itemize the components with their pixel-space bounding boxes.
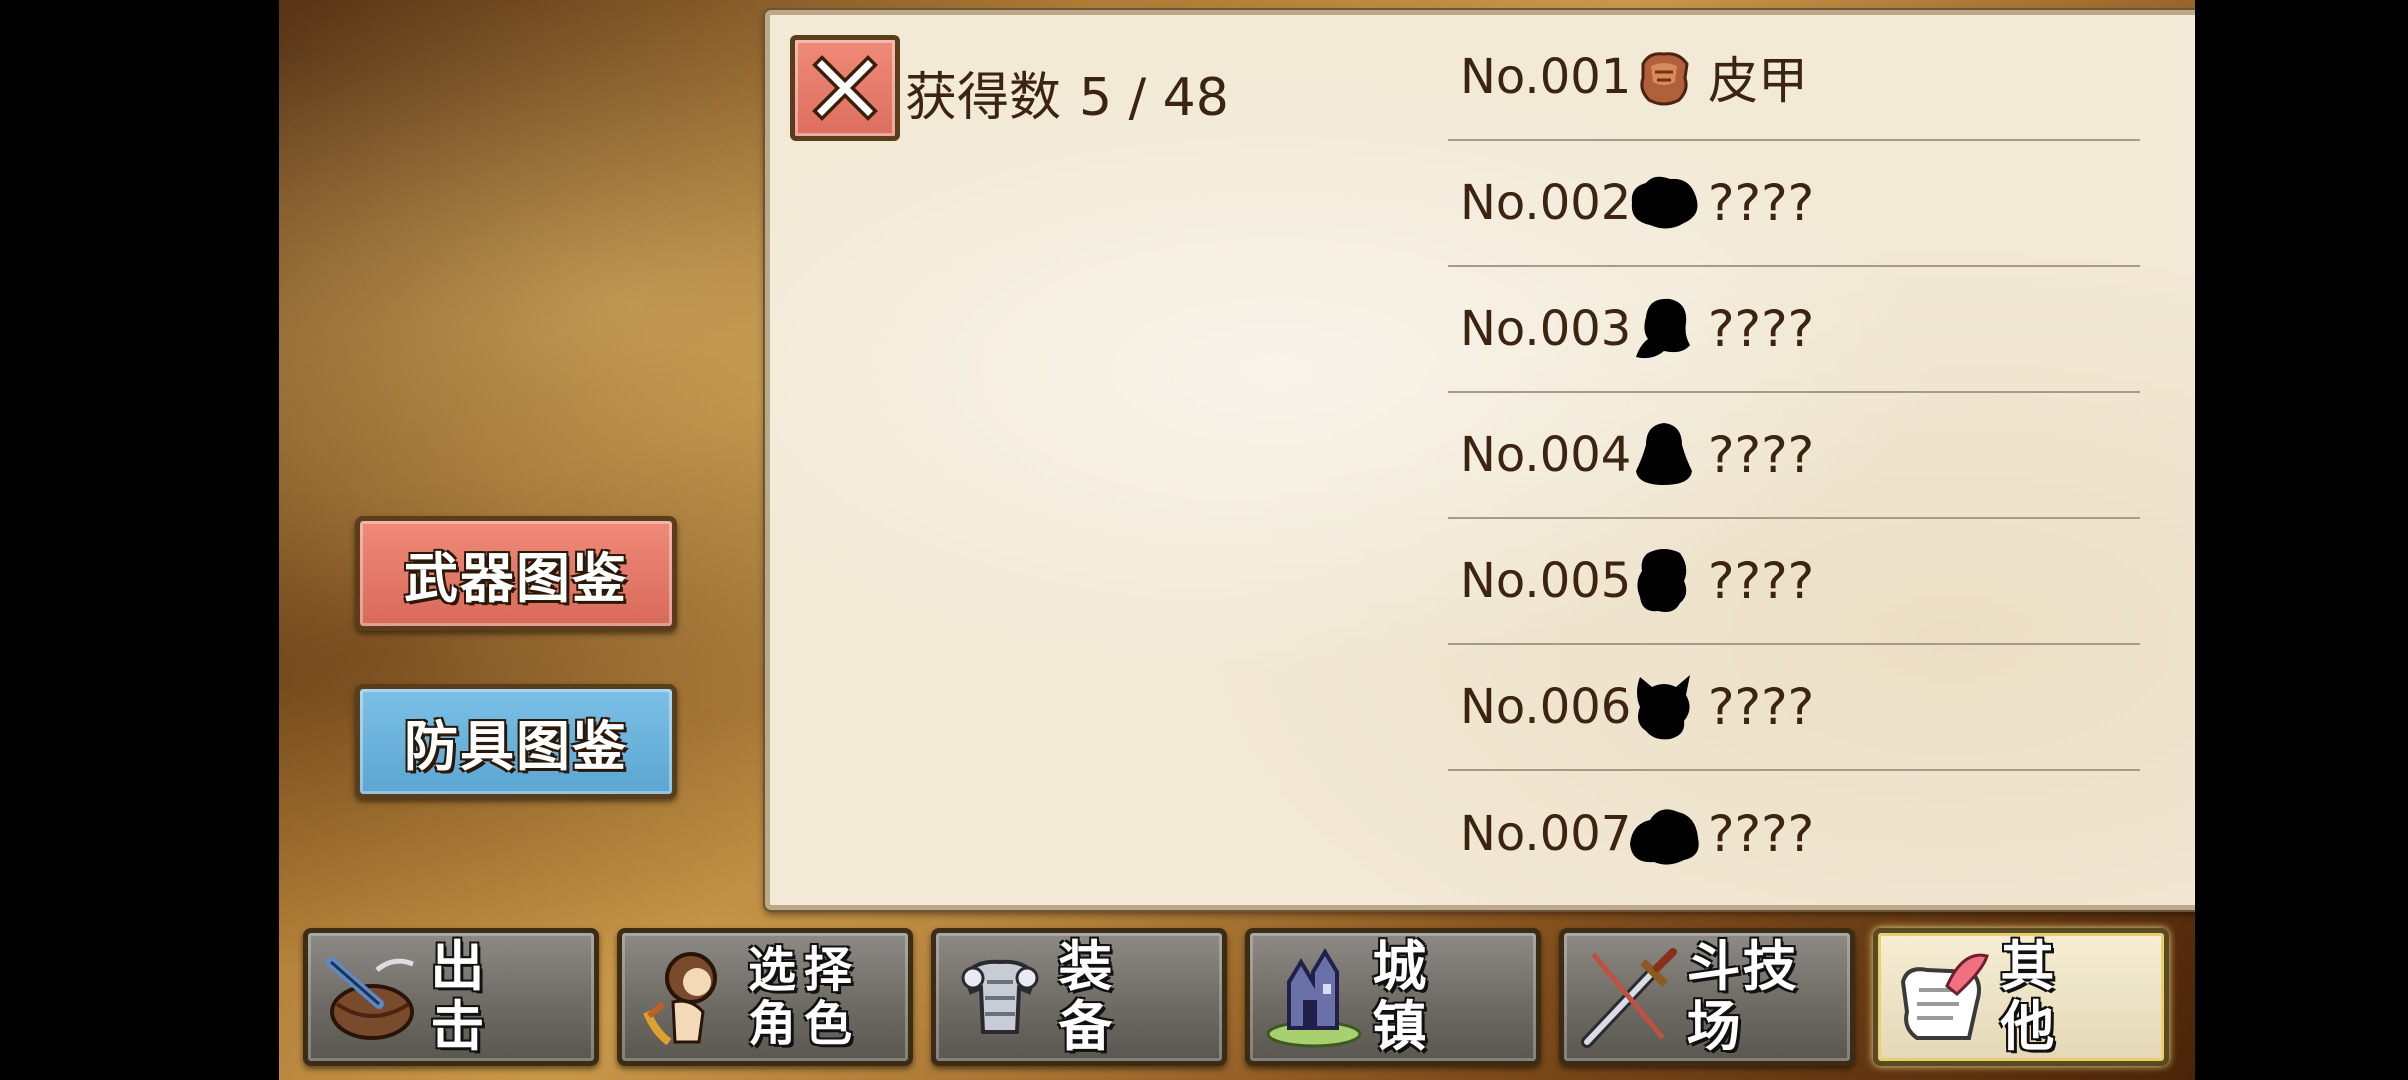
item-name: ???? bbox=[1708, 300, 1815, 358]
castle-icon bbox=[1256, 937, 1372, 1057]
item-number: No.004 bbox=[1460, 427, 1632, 483]
leather-armor-icon bbox=[1624, 37, 1704, 117]
weapon-catalog-tab[interactable]: 武器图鉴 bbox=[355, 516, 677, 631]
game-screen: 武器图鉴 防具图鉴 获得数 5 / 48 No.001 皮甲 No.002 ??… bbox=[279, 0, 2195, 1080]
list-item[interactable]: No.001 皮甲 bbox=[1448, 15, 2140, 141]
bottom-navigation: 出 击 选择 角色 装 备 城 镇 斗技场 其 他 bbox=[303, 928, 2173, 1068]
armor-list[interactable]: No.001 皮甲 No.002 ???? No.003 ???? No.004… bbox=[1448, 15, 2140, 897]
item-name: ???? bbox=[1708, 426, 1815, 484]
unknown-silhouette-icon bbox=[1624, 415, 1704, 495]
unknown-silhouette-icon bbox=[1624, 163, 1704, 243]
item-name: ???? bbox=[1708, 805, 1815, 863]
unknown-silhouette-icon bbox=[1624, 667, 1704, 747]
list-item[interactable]: No.002 ???? bbox=[1448, 141, 2140, 267]
count-value: 5 / 48 bbox=[1079, 68, 1229, 128]
nav-arena-button[interactable]: 斗技场 bbox=[1559, 928, 1855, 1066]
character-icon bbox=[628, 937, 748, 1057]
nav-label: 斗技场 bbox=[1686, 935, 1799, 1058]
catalog-panel: 获得数 5 / 48 No.001 皮甲 No.002 ???? No.003 … bbox=[765, 10, 2195, 910]
nav-sortie-button[interactable]: 出 击 bbox=[303, 928, 599, 1066]
scroll-icon bbox=[1884, 937, 2000, 1057]
item-number: No.005 bbox=[1460, 553, 1632, 609]
list-item[interactable]: No.005 ???? bbox=[1448, 519, 2140, 645]
list-item[interactable]: No.004 ???? bbox=[1448, 393, 2140, 519]
armor-catalog-tab[interactable]: 防具图鉴 bbox=[355, 684, 677, 799]
item-number: No.003 bbox=[1460, 301, 1632, 357]
unknown-silhouette-icon bbox=[1624, 541, 1704, 621]
collection-count: 获得数 5 / 48 bbox=[905, 55, 1247, 130]
nav-equipment-button[interactable]: 装 备 bbox=[931, 928, 1227, 1066]
item-number: No.001 bbox=[1460, 49, 1632, 105]
item-number: No.006 bbox=[1460, 679, 1632, 735]
nav-label: 城 镇 bbox=[1372, 935, 1441, 1058]
list-item[interactable]: No.006 ???? bbox=[1448, 645, 2140, 771]
sword-icon bbox=[1570, 937, 1687, 1057]
close-icon bbox=[812, 55, 878, 121]
close-button[interactable] bbox=[790, 35, 900, 141]
pot-icon bbox=[314, 937, 430, 1057]
nav-label: 其 他 bbox=[2000, 935, 2069, 1058]
nav-label: 选择 角色 bbox=[748, 942, 861, 1052]
count-title: 获得数 bbox=[905, 68, 1062, 128]
item-number: No.007 bbox=[1460, 806, 1632, 862]
nav-label: 装 备 bbox=[1058, 935, 1127, 1058]
nav-select-character-button[interactable]: 选择 角色 bbox=[617, 928, 913, 1066]
armor-icon bbox=[942, 937, 1058, 1057]
list-item[interactable]: No.007 ???? bbox=[1448, 771, 2140, 897]
item-name: 皮甲 bbox=[1708, 52, 1808, 110]
item-name: ???? bbox=[1708, 678, 1815, 736]
list-item[interactable]: No.003 ???? bbox=[1448, 267, 2140, 393]
nav-label: 出 击 bbox=[430, 935, 499, 1058]
nav-other-button[interactable]: 其 他 bbox=[1873, 928, 2169, 1066]
item-number: No.002 bbox=[1460, 175, 1632, 231]
unknown-silhouette-icon bbox=[1624, 794, 1704, 874]
unknown-silhouette-icon bbox=[1624, 289, 1704, 369]
item-name: ???? bbox=[1708, 552, 1815, 610]
item-name: ???? bbox=[1708, 174, 1815, 232]
nav-town-button[interactable]: 城 镇 bbox=[1245, 928, 1541, 1066]
